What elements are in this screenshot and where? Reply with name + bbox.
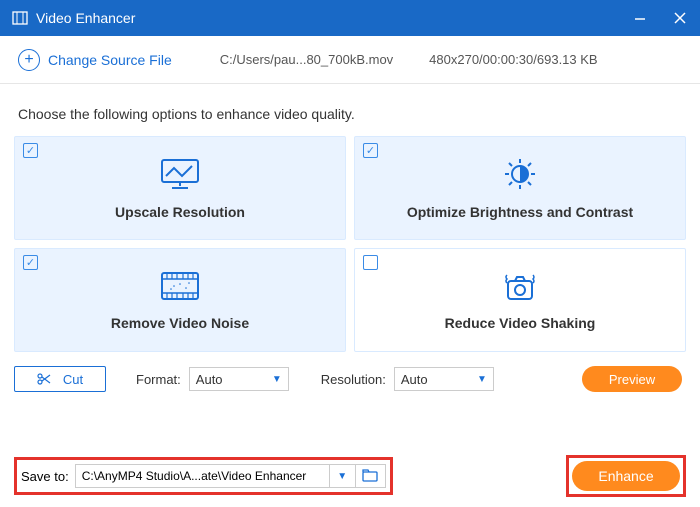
save-to-label: Save to: [21,469,69,484]
checkbox-icon[interactable]: ✓ [23,255,38,270]
card-label: Optimize Brightness and Contrast [407,204,633,220]
save-to-group: Save to: ▼ [14,457,393,495]
card-reduce-shaking[interactable]: Reduce Video Shaking [354,248,686,352]
brightness-icon [499,156,541,192]
film-icon [158,269,202,303]
chevron-down-icon: ▼ [272,374,282,385]
app-logo-icon [12,10,28,26]
plus-icon: + [18,49,40,71]
cut-label: Cut [63,372,83,387]
checkbox-icon[interactable]: ✓ [363,143,378,158]
enhance-label: Enhance [598,468,653,484]
chevron-down-icon: ▼ [477,374,487,385]
format-select[interactable]: Auto ▼ [189,367,289,391]
scissors-icon [37,372,51,386]
monitor-icon [158,156,202,192]
format-label: Format: [136,372,181,387]
resolution-label: Resolution: [321,372,386,387]
change-source-button[interactable]: + Change Source File [18,49,172,71]
source-file-path: C:/Users/pau...80_700kB.mov [220,52,393,67]
source-file-info: 480x270/00:00:30/693.13 KB [429,52,597,67]
change-source-label: Change Source File [48,52,172,68]
card-label: Upscale Resolution [115,204,245,220]
resolution-select[interactable]: Auto ▼ [394,367,494,391]
minimize-button[interactable] [620,0,660,36]
instruction-text: Choose the following options to enhance … [0,84,700,136]
toolbar: + Change Source File C:/Users/pau...80_7… [0,36,700,84]
save-path-input[interactable] [75,464,330,488]
titlebar: Video Enhancer [0,0,700,36]
save-row: Save to: ▼ Enhance [0,455,700,497]
titlebar-title: Video Enhancer [36,10,135,26]
enhance-button[interactable]: Enhance [572,461,680,491]
checkbox-icon[interactable] [363,255,378,270]
format-value: Auto [196,372,223,387]
preview-button[interactable]: Preview [582,366,682,392]
save-path-dropdown[interactable]: ▼ [330,464,356,488]
cut-button[interactable]: Cut [14,366,106,392]
checkbox-icon[interactable]: ✓ [23,143,38,158]
card-remove-noise[interactable]: ✓ Remove Video Noise [14,248,346,352]
options-row: Cut Format: Auto ▼ Resolution: Auto ▼ Pr… [0,352,700,392]
resolution-value: Auto [401,372,428,387]
enhance-highlight: Enhance [566,455,686,497]
preview-label: Preview [609,372,655,387]
card-upscale-resolution[interactable]: ✓ Upscale Resolution [14,136,346,240]
card-label: Reduce Video Shaking [445,315,596,331]
card-brightness-contrast[interactable]: ✓ Optimize Brightness and Contrast [354,136,686,240]
camera-shake-icon [497,269,543,303]
options-grid: ✓ Upscale Resolution ✓ Optimize Brightne… [0,136,700,352]
close-button[interactable] [660,0,700,36]
browse-folder-button[interactable] [356,464,386,488]
card-label: Remove Video Noise [111,315,249,331]
